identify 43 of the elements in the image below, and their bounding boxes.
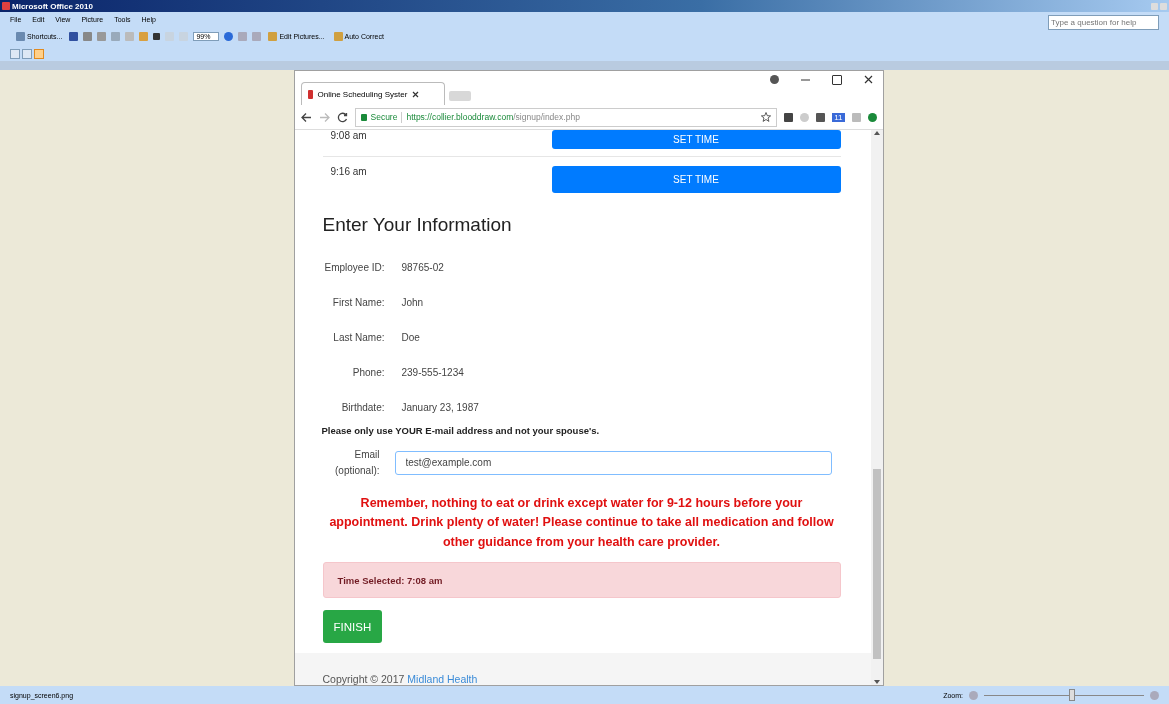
- view-button[interactable]: [22, 48, 32, 59]
- window-title: Microsoft Office 2010: [2, 1, 93, 11]
- field-label: Employee ID:: [323, 262, 385, 273]
- field-value: John: [401, 297, 424, 308]
- account-icon[interactable]: [769, 75, 779, 84]
- field-label: Phone:: [351, 367, 385, 378]
- new-tab-button[interactable]: [448, 91, 471, 101]
- time-selected-alert: Time Selected: 7:08 am: [322, 562, 841, 599]
- set-time-button[interactable]: SET TIME: [551, 166, 841, 193]
- field-label: Birthdate:: [340, 402, 385, 413]
- star-icon[interactable]: [761, 112, 772, 122]
- close-icon[interactable]: [863, 75, 873, 84]
- address-bar[interactable]: Secure https://collier.blooddraw.com/signup/index.php: [354, 107, 778, 127]
- section-heading: Enter Your Information: [322, 214, 513, 236]
- reload-icon[interactable]: [336, 111, 348, 123]
- maximize-icon[interactable]: [831, 75, 842, 85]
- extension-badge[interactable]: 11: [832, 112, 845, 122]
- time-label: 9:16 am: [329, 166, 367, 177]
- field-value: 239-555-1234: [401, 367, 464, 378]
- help-search-field[interactable]: Type a question for help: [1048, 14, 1159, 30]
- set-time-button[interactable]: SET TIME: [551, 130, 841, 149]
- close-tab-icon[interactable]: [412, 90, 420, 98]
- email-field[interactable]: test@example.com: [394, 450, 832, 475]
- browser-tab[interactable]: Online Scheduling Syster: [300, 82, 445, 105]
- field-value: 98765-02: [401, 262, 444, 273]
- zoom-slider-thumb[interactable]: [1069, 689, 1075, 701]
- forward-arrow-icon[interactable]: [318, 111, 330, 123]
- time-label: 9:08 am: [329, 130, 367, 141]
- email-label: Email (optional):: [334, 448, 380, 478]
- back-arrow-icon[interactable]: [300, 111, 312, 123]
- email-note: Please only use YOUR E-mail address and not your spouse's.: [321, 425, 601, 436]
- app-icon: [2, 2, 10, 10]
- scrollbar-thumb[interactable]: [872, 469, 881, 659]
- view-button[interactable]: [10, 48, 20, 59]
- favicon-icon: [307, 89, 313, 99]
- view-button[interactable]: [34, 48, 44, 59]
- field-label: First Name:: [331, 297, 385, 308]
- warning-text: Remember, nothing to eat or drink except water for 9-12 hours before your appointment. Drink plenty of water! Please continue to take all medication and follow other guidance from your health care provider.: [328, 495, 835, 551]
- field-value: January 23, 1987: [401, 402, 479, 413]
- scroll-up-icon[interactable]: [873, 130, 880, 136]
- field-value: Doe: [401, 332, 420, 343]
- field-label: Last Name:: [332, 332, 385, 343]
- copyright-text: Copyright © 2017 Midland Health: [322, 673, 478, 685]
